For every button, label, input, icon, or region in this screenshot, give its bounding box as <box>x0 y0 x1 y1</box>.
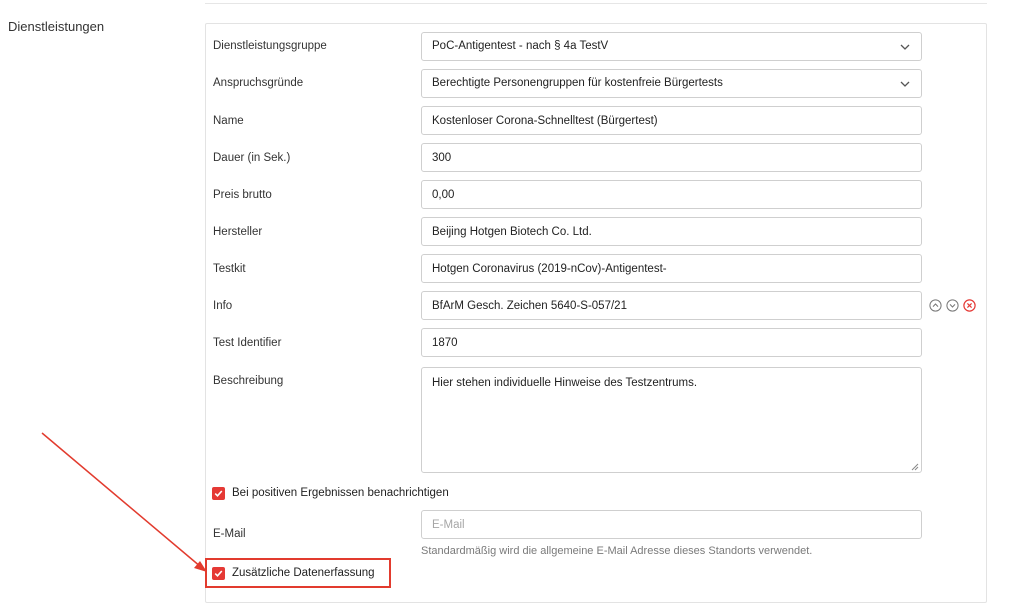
chevron-down-icon <box>900 44 910 50</box>
claims-select[interactable]: Berechtigte Personengruppen für kostenfr… <box>421 69 922 98</box>
identifier-input[interactable] <box>421 328 922 357</box>
name-input[interactable] <box>421 106 922 135</box>
claims-label: Anspruchsgründe <box>213 77 304 89</box>
claims-select-value: Berechtigte Personengruppen für kostenfr… <box>432 77 723 89</box>
manufacturer-input[interactable] <box>421 217 922 246</box>
info-row-actions <box>929 299 976 313</box>
identifier-label: Test Identifier <box>213 337 282 349</box>
group-select-value: PoC-Antigentest - nach § 4a TestV <box>432 40 609 52</box>
info-input[interactable] <box>421 291 922 320</box>
chevron-down-icon <box>900 81 910 87</box>
annotation-highlight-box <box>205 558 391 588</box>
email-label: E-Mail <box>213 528 246 540</box>
email-input[interactable] <box>421 510 922 539</box>
name-label: Name <box>213 115 244 127</box>
price-label: Preis brutto <box>213 189 272 201</box>
description-label: Beschreibung <box>213 375 284 387</box>
testkit-label: Testkit <box>213 263 246 275</box>
notify-positive-label: Bei positiven Ergebnissen benachrichtige… <box>232 487 449 499</box>
info-label: Info <box>213 300 233 312</box>
manufacturer-label: Hersteller <box>213 226 263 238</box>
duration-input[interactable] <box>421 143 922 172</box>
close-circle-icon[interactable] <box>963 299 976 312</box>
chevron-up-circle-icon[interactable] <box>929 299 942 312</box>
email-hint: Standardmäßig wird die allgemeine E-Mail… <box>421 545 813 557</box>
section-title: Dienstleistungen <box>8 19 105 34</box>
duration-label: Dauer (in Sek.) <box>213 152 291 164</box>
resize-handle-icon[interactable] <box>909 461 919 471</box>
group-select[interactable]: PoC-Antigentest - nach § 4a TestV <box>421 32 922 61</box>
top-divider <box>205 3 987 4</box>
notify-positive-checkbox[interactable] <box>212 487 225 500</box>
group-label: Dienstleistungsgruppe <box>213 40 327 52</box>
price-input[interactable] <box>421 180 922 209</box>
testkit-input[interactable] <box>421 254 922 283</box>
description-textarea[interactable]: Hier stehen individuelle Hinweise des Te… <box>421 367 922 473</box>
chevron-down-circle-icon[interactable] <box>946 299 959 312</box>
